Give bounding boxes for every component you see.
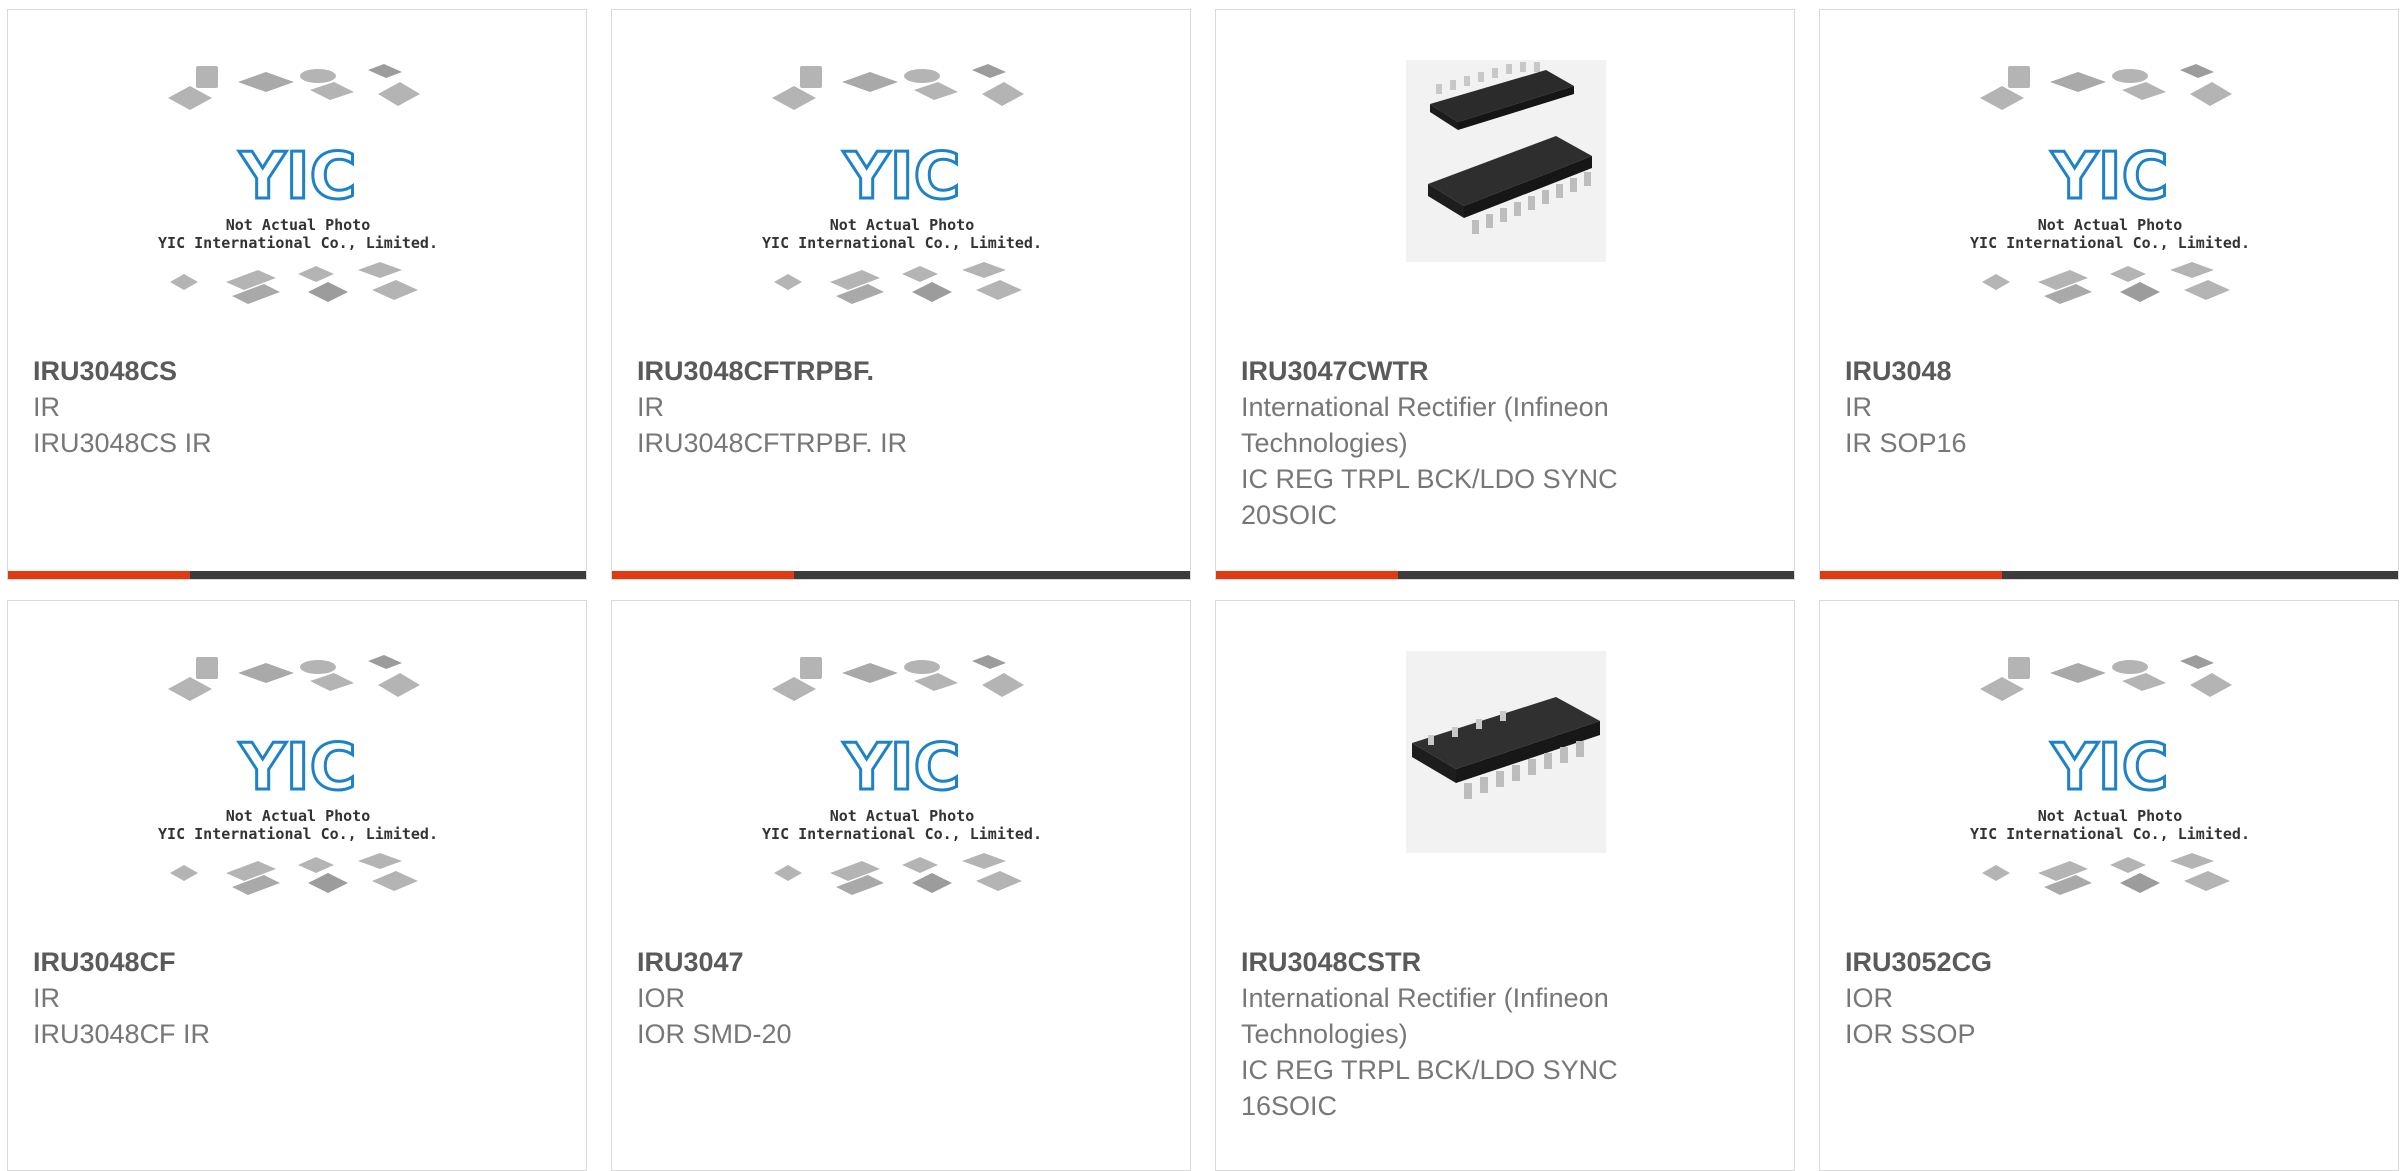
placeholder-line-2: YIC International Co., Limited. <box>158 825 438 843</box>
product-photo-soic-16 <box>1216 651 1794 951</box>
description: IOR SMD-20 <box>637 1019 792 1049</box>
manufacturer: IOR <box>637 983 686 1013</box>
description: IRU3048CFTRPBF. IR <box>637 428 908 458</box>
part-number[interactable]: IRU3048CFTRPBF. <box>637 353 1040 389</box>
product-image-placeholder: YIC Not Actual Photo YIC International C… <box>8 60 586 360</box>
product-card[interactable]: YIC Not Actual Photo YIC International C… <box>1819 600 2399 1171</box>
manufacturer: IOR <box>1845 983 1894 1013</box>
product-info: IRU3052CG IOR IOR SSOP <box>1845 944 2248 1052</box>
manufacturer: IR <box>637 392 664 422</box>
dark-segment <box>1398 571 1794 579</box>
product-card[interactable]: IRU3047CWTR International Rectifier (Inf… <box>1215 9 1795 580</box>
card-accent-bar <box>1820 571 2398 579</box>
product-grid: YIC Not Actual Photo YIC International C… <box>7 9 2399 1171</box>
product-card[interactable]: IRU3048CSTR International Rectifier (Inf… <box>1215 600 1795 1171</box>
card-accent-bar <box>612 571 1190 579</box>
accent-segment <box>612 571 794 579</box>
product-card[interactable]: YIC Not Actual Photo YIC International C… <box>7 9 587 580</box>
card-accent-bar <box>8 571 586 579</box>
product-info: IRU3047 IOR IOR SMD-20 <box>637 944 1040 1052</box>
product-image-placeholder: YIC Not Actual Photo YIC International C… <box>8 651 586 951</box>
description: IRU3048CS IR <box>33 428 212 458</box>
product-card[interactable]: YIC Not Actual Photo YIC International C… <box>611 600 1191 1171</box>
card-accent-bar <box>1216 571 1794 579</box>
placeholder-line-2: YIC International Co., Limited. <box>158 234 438 252</box>
description: IRU3048CF IR <box>33 1019 211 1049</box>
manufacturer: International Rectifier (Infineon Techno… <box>1241 983 1609 1049</box>
product-info: IRU3048CF IR IRU3048CF IR <box>33 944 436 1052</box>
description: IC REG TRPL BCK/LDO SYNC 20SOIC <box>1241 464 1618 530</box>
product-image-placeholder: YIC Not Actual Photo YIC International C… <box>612 60 1190 360</box>
product-info: IRU3048 IR IR SOP16 <box>1845 353 2248 461</box>
product-info: IRU3048CFTRPBF. IR IRU3048CFTRPBF. IR <box>637 353 1040 461</box>
part-number[interactable]: IRU3048CS <box>33 353 436 389</box>
placeholder-line-2: YIC International Co., Limited. <box>762 825 1042 843</box>
part-number[interactable]: IRU3052CG <box>1845 944 2248 980</box>
product-info: IRU3048CS IR IRU3048CS IR <box>33 353 436 461</box>
placeholder-line-1: Not Actual Photo <box>226 216 371 234</box>
description: IR SOP16 <box>1845 428 1967 458</box>
placeholder-line-1: Not Actual Photo <box>226 807 371 825</box>
part-number[interactable]: IRU3048CSTR <box>1241 944 1644 980</box>
placeholder-line-1: Not Actual Photo <box>2038 216 2183 234</box>
product-image-placeholder: YIC Not Actual Photo YIC International C… <box>612 651 1190 951</box>
placeholder-line-1: Not Actual Photo <box>2038 807 2183 825</box>
product-card[interactable]: YIC Not Actual Photo YIC International C… <box>611 9 1191 580</box>
product-image-placeholder: YIC Not Actual Photo YIC International C… <box>1820 60 2398 360</box>
manufacturer: IR <box>1845 392 1872 422</box>
yic-logo-text: YIC <box>238 140 356 214</box>
product-info: IRU3047CWTR International Rectifier (Inf… <box>1241 353 1644 533</box>
yic-logo-text: YIC <box>842 731 960 805</box>
placeholder-line-1: Not Actual Photo <box>830 216 975 234</box>
manufacturer: IR <box>33 392 60 422</box>
product-card[interactable]: YIC Not Actual Photo YIC International C… <box>7 600 587 1171</box>
manufacturer: International Rectifier (Infineon Techno… <box>1241 392 1609 458</box>
dark-segment <box>2002 571 2398 579</box>
part-number[interactable]: IRU3048CF <box>33 944 436 980</box>
product-photo-soic-20 <box>1216 60 1794 360</box>
part-number[interactable]: IRU3047 <box>637 944 1040 980</box>
product-card[interactable]: YIC Not Actual Photo YIC International C… <box>1819 9 2399 580</box>
dark-segment <box>794 571 1190 579</box>
accent-segment <box>8 571 190 579</box>
yic-logo-text: YIC <box>842 140 960 214</box>
description: IC REG TRPL BCK/LDO SYNC 16SOIC <box>1241 1055 1618 1121</box>
part-number[interactable]: IRU3048 <box>1845 353 2248 389</box>
dark-segment <box>190 571 586 579</box>
placeholder-line-1: Not Actual Photo <box>830 807 975 825</box>
accent-segment <box>1820 571 2002 579</box>
placeholder-line-2: YIC International Co., Limited. <box>1970 825 2250 843</box>
yic-logo-text: YIC <box>238 731 356 805</box>
description: IOR SSOP <box>1845 1019 1976 1049</box>
placeholder-line-2: YIC International Co., Limited. <box>1970 234 2250 252</box>
accent-segment <box>1216 571 1398 579</box>
placeholder-line-2: YIC International Co., Limited. <box>762 234 1042 252</box>
product-info: IRU3048CSTR International Rectifier (Inf… <box>1241 944 1644 1124</box>
yic-logo-text: YIC <box>2050 731 2168 805</box>
product-image-placeholder: YIC Not Actual Photo YIC International C… <box>1820 651 2398 951</box>
part-number[interactable]: IRU3047CWTR <box>1241 353 1644 389</box>
yic-logo-text: YIC <box>2050 140 2168 214</box>
manufacturer: IR <box>33 983 60 1013</box>
